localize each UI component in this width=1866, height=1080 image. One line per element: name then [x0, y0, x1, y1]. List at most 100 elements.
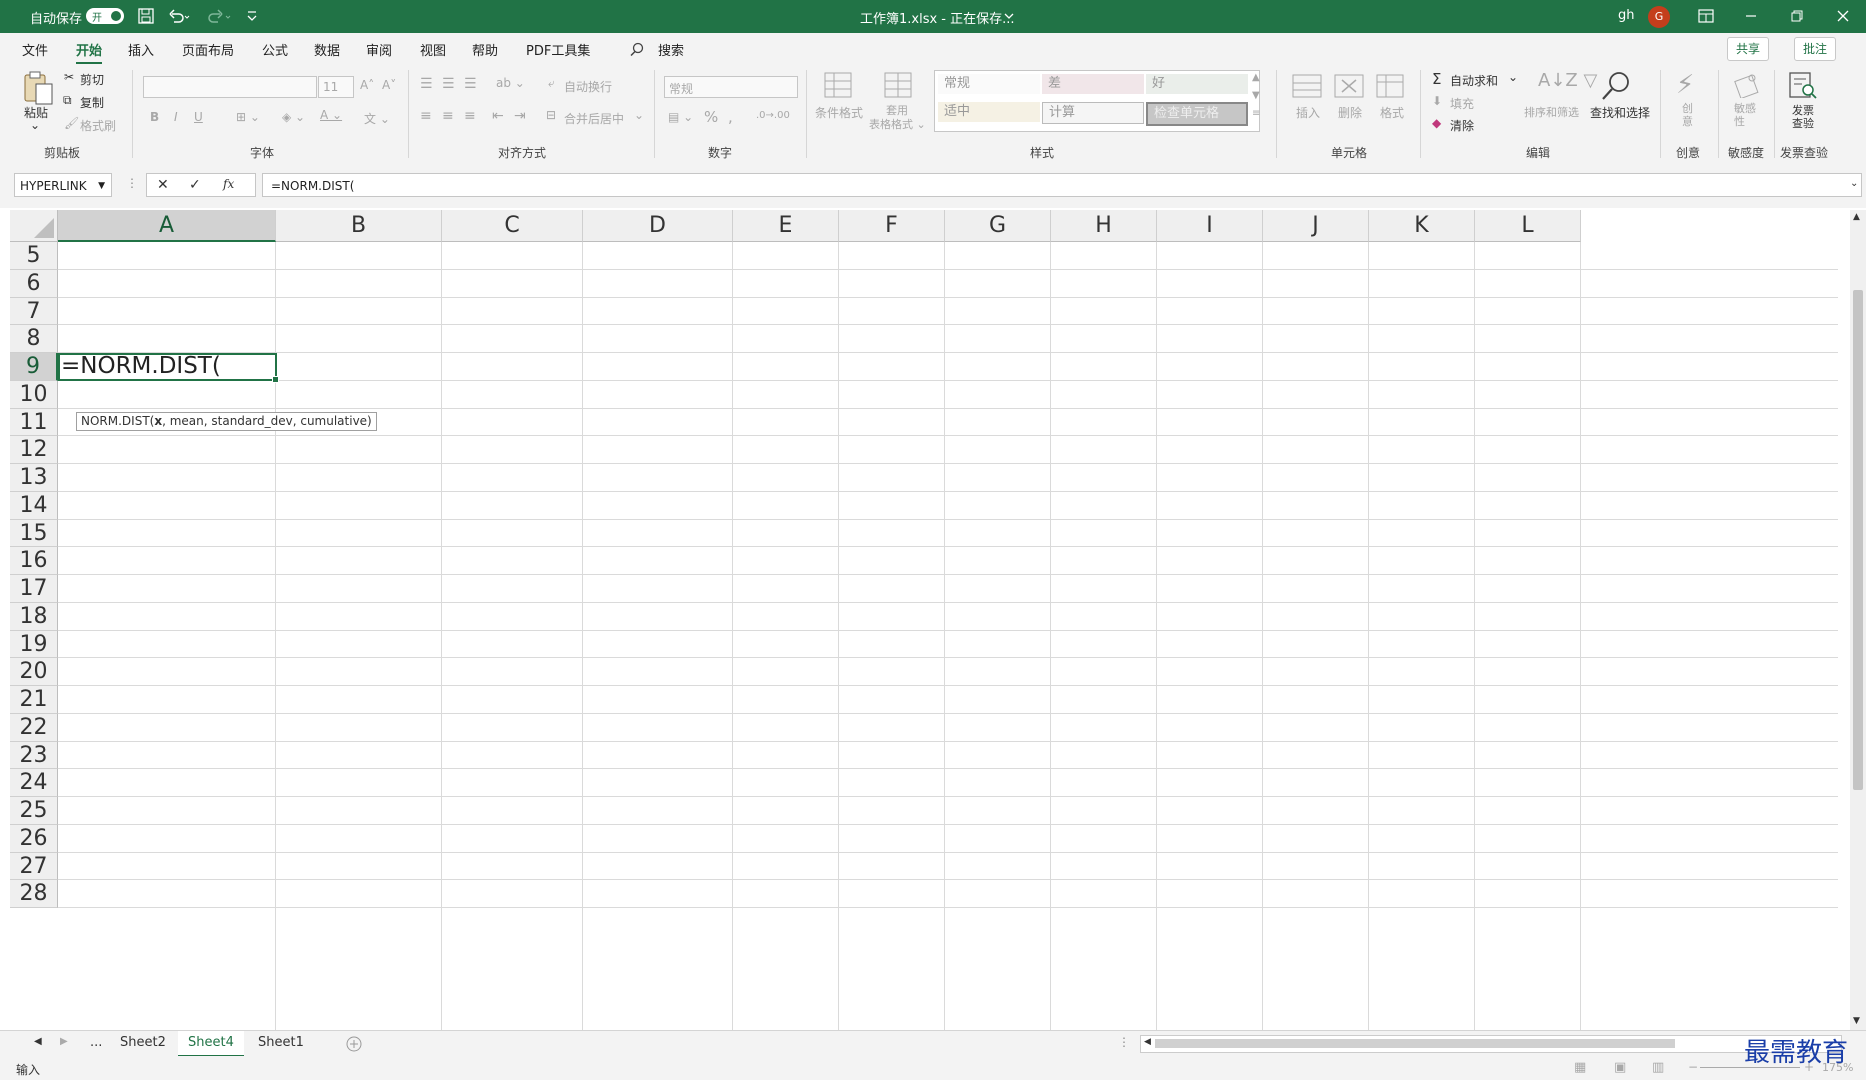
clear-icon[interactable]: ◆	[1432, 116, 1441, 130]
scroll-left-icon[interactable]: ◀	[1144, 1037, 1151, 1047]
row-header-23[interactable]: 23	[10, 741, 58, 770]
style-check-cell[interactable]: 检查单元格	[1146, 102, 1248, 126]
minimize-icon[interactable]	[1744, 9, 1758, 23]
enter-icon[interactable]: ✓	[189, 177, 201, 193]
row-header-7[interactable]: 7	[10, 297, 58, 326]
number-format-select[interactable]: 常规	[664, 76, 798, 98]
avatar[interactable]: G	[1648, 6, 1670, 28]
column-header-i[interactable]: I	[1157, 210, 1263, 242]
sort-filter-icon[interactable]: A↓Z ▽	[1538, 70, 1597, 91]
format-as-table-icon[interactable]	[884, 72, 912, 98]
creative-label[interactable]: 创 意	[1682, 102, 1693, 128]
phonetic-icon[interactable]: 文 ⌄	[364, 110, 390, 127]
select-all-corner[interactable]	[10, 210, 58, 242]
tab-file[interactable]: 文件	[22, 40, 48, 59]
horizontal-scroll-thumb[interactable]	[1155, 1039, 1675, 1048]
row-header-8[interactable]: 8	[10, 325, 58, 353]
row-header-16[interactable]: 16	[10, 547, 58, 575]
insert-function-icon[interactable]: fx	[223, 177, 234, 191]
close-icon[interactable]	[1836, 9, 1850, 23]
split-handle-icon[interactable]: ⋮	[1118, 1035, 1130, 1049]
prev-sheet-icon[interactable]: ◀	[34, 1036, 42, 1047]
accounting-icon[interactable]: ▤ ⌄	[668, 110, 693, 124]
tab-page-layout[interactable]: 页面布局	[182, 40, 234, 59]
share-button[interactable]: 共享	[1727, 37, 1770, 61]
save-icon[interactable]	[138, 8, 154, 24]
font-size-select[interactable]: 11	[318, 76, 354, 98]
scroll-up-icon[interactable]: ▲	[1853, 212, 1860, 222]
increase-font-icon[interactable]: A˄	[360, 78, 374, 92]
vertical-scrollbar[interactable]: ▲ ▼	[1850, 210, 1866, 1030]
tab-home[interactable]: 开始	[76, 40, 103, 65]
fill-handle[interactable]	[272, 375, 279, 383]
tab-help[interactable]: 帮助	[472, 40, 498, 59]
wrap-text-label[interactable]: 自动换行	[564, 78, 612, 95]
document-title[interactable]: 工作簿1.xlsx - 正在保存...	[860, 8, 1015, 27]
vertical-scroll-thumb[interactable]	[1853, 290, 1863, 790]
style-normal[interactable]: 常规	[938, 74, 1040, 94]
search-icon[interactable]	[630, 42, 644, 56]
paste-icon[interactable]	[22, 70, 54, 106]
sheet-tab-sheet1[interactable]: Sheet1	[248, 1031, 314, 1055]
clear-label[interactable]: 清除	[1450, 117, 1474, 134]
active-cell-a9[interactable]: =NORM.DIST(	[58, 353, 279, 383]
row-header-15[interactable]: 15	[10, 519, 58, 548]
align-bottom-icon[interactable]: ☰	[464, 76, 477, 92]
decrease-font-icon[interactable]: A˅	[382, 78, 396, 92]
conditional-format-icon[interactable]	[824, 72, 852, 98]
page-break-view-icon[interactable]: ▥	[1652, 1060, 1664, 1075]
row-header-11[interactable]: 11	[10, 408, 58, 437]
normal-view-icon[interactable]: ▦	[1574, 1060, 1586, 1075]
sort-filter-label[interactable]: 排序和筛选	[1524, 104, 1579, 120]
gallery-more-icon[interactable]: ≡	[1252, 108, 1260, 119]
find-select-icon[interactable]	[1600, 70, 1632, 102]
align-top-icon[interactable]: ☰	[420, 76, 433, 92]
gallery-scroll-up-icon[interactable]: ▲	[1252, 72, 1260, 83]
column-header-c[interactable]: C	[442, 210, 583, 242]
sensitivity-icon[interactable]	[1734, 72, 1760, 98]
row-header-24[interactable]: 24	[10, 769, 58, 797]
underline-button[interactable]: U	[194, 110, 203, 124]
title-chevron-down-icon[interactable]	[1004, 12, 1014, 20]
expand-formula-bar-icon[interactable]: ⌄	[1850, 178, 1858, 189]
new-sheet-icon[interactable]	[346, 1036, 362, 1052]
row-header-27[interactable]: 27	[10, 852, 58, 881]
row-header-28[interactable]: 28	[10, 880, 58, 908]
cut-icon[interactable]: ✂	[64, 70, 74, 84]
worksheet-grid[interactable]: ABCDEFGHIJKL 5 6 7 8 9 10 11 12 13 14 15 16 17 18 19 20…	[10, 210, 1850, 1030]
tab-review[interactable]: 审阅	[366, 40, 392, 59]
column-header-l[interactable]: L	[1475, 210, 1581, 242]
search-label[interactable]: 搜索	[658, 40, 684, 59]
orientation-icon[interactable]: ab ⌄	[496, 76, 525, 90]
autosum-icon[interactable]: Σ	[1432, 70, 1441, 88]
style-neutral[interactable]: 适中	[938, 102, 1040, 122]
column-header-g[interactable]: G	[945, 210, 1051, 242]
comments-button[interactable]: 批注	[1794, 37, 1837, 61]
column-header-b[interactable]: B	[276, 210, 442, 242]
cancel-icon[interactable]: ✕	[157, 177, 169, 193]
row-header-5[interactable]: 5	[10, 242, 58, 270]
format-cells-icon[interactable]	[1376, 74, 1404, 98]
column-header-f[interactable]: F	[839, 210, 945, 242]
increase-decimal-icon[interactable]: .0→.00	[756, 110, 790, 121]
undo-icon[interactable]	[168, 8, 190, 24]
customize-toolbar-icon[interactable]	[246, 10, 258, 22]
format-cells-label[interactable]: 格式	[1380, 104, 1404, 121]
row-header-21[interactable]: 21	[10, 686, 58, 714]
merge-icon[interactable]: ⊟	[546, 108, 556, 122]
autosum-label[interactable]: 自动求和	[1450, 72, 1498, 89]
align-right-icon[interactable]: ≡	[464, 108, 476, 124]
creative-icon[interactable]: ⚡	[1676, 70, 1694, 100]
row-header-19[interactable]: 19	[10, 630, 58, 659]
merge-label[interactable]: 合并后居中	[564, 110, 624, 127]
column-header-h[interactable]: H	[1051, 210, 1157, 242]
autosave-toggle[interactable]: 开	[86, 8, 124, 24]
row-header-25[interactable]: 25	[10, 797, 58, 825]
fill-color-icon[interactable]: ◈ ⌄	[282, 110, 305, 124]
sensitivity-label[interactable]: 敏感 性	[1734, 102, 1756, 128]
row-header-13[interactable]: 13	[10, 464, 58, 492]
user-name[interactable]: gh	[1618, 8, 1635, 23]
restore-icon[interactable]	[1790, 9, 1804, 23]
format-painter-label[interactable]: 格式刷	[80, 117, 116, 134]
tooltip-function[interactable]: NORM.DIST(	[81, 414, 154, 428]
